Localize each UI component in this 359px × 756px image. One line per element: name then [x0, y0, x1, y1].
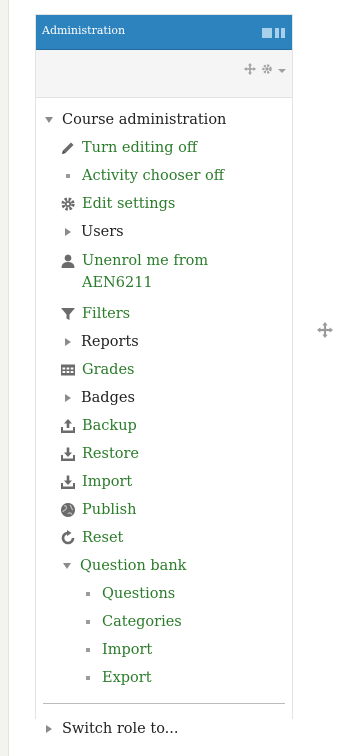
tree-item-question-bank[interactable]: Question bank	[60, 553, 186, 579]
collapsed-arrow-icon	[65, 338, 71, 346]
block-header: Administration	[36, 15, 292, 50]
collapsed-arrow-icon	[46, 725, 52, 733]
section-divider	[43, 703, 285, 704]
pencil-icon	[60, 140, 76, 156]
block-controls	[244, 63, 286, 78]
block-title: Administration	[42, 24, 126, 37]
bullet-icon	[86, 620, 90, 624]
bullet-icon	[86, 648, 90, 652]
download-icon	[60, 446, 76, 462]
gear-icon	[60, 196, 76, 212]
dock-square-icon	[262, 28, 272, 38]
admin-tree: Course administration Turn editing off A…	[36, 97, 292, 719]
move-icon[interactable]	[317, 322, 333, 342]
tree-item-turn-editing-off[interactable]: Turn editing off	[60, 135, 197, 161]
tree-item-activity-chooser-off[interactable]: Activity chooser off	[60, 163, 224, 189]
tree-item-questions[interactable]: Questions	[80, 581, 175, 607]
page-left-rail	[0, 0, 9, 756]
tree-item-course-administration[interactable]: Course administration	[42, 107, 226, 133]
tree-item-users[interactable]: Users	[60, 219, 124, 245]
tree-item-filters[interactable]: Filters	[60, 301, 130, 327]
reset-icon	[60, 530, 76, 546]
tree-item-unenrol-course[interactable]: AEN6211	[82, 270, 153, 296]
dock-panel-icon	[275, 28, 285, 38]
tree-item-publish[interactable]: Publish	[60, 497, 136, 523]
tree-item-import[interactable]: Import	[60, 469, 132, 495]
gear-icon[interactable]	[261, 63, 273, 78]
move-icon[interactable]	[244, 63, 256, 78]
bullet-icon	[66, 174, 70, 178]
collapsed-arrow-icon	[65, 394, 71, 402]
import-icon	[60, 474, 76, 490]
expanded-arrow-icon	[45, 117, 53, 123]
tree-item-switch-role[interactable]: Switch role to...	[41, 716, 179, 742]
tree-item-restore[interactable]: Restore	[60, 441, 139, 467]
grades-table-icon	[60, 362, 76, 378]
bullet-icon	[86, 592, 90, 596]
administration-block: Administration Course administration Tur…	[35, 14, 293, 719]
tree-item-reset[interactable]: Reset	[60, 525, 123, 551]
globe-icon	[60, 502, 76, 518]
collapsed-arrow-icon	[65, 228, 71, 236]
expanded-arrow-icon	[63, 563, 71, 569]
tree-item-grades[interactable]: Grades	[60, 357, 134, 383]
chevron-down-icon[interactable]	[278, 64, 286, 77]
bullet-icon	[86, 676, 90, 680]
dock-icon[interactable]	[262, 28, 285, 38]
upload-icon	[60, 418, 76, 434]
tree-item-backup[interactable]: Backup	[60, 413, 137, 439]
tree-item-qb-import[interactable]: Import	[80, 637, 152, 663]
tree-item-reports[interactable]: Reports	[60, 329, 139, 355]
tree-item-qb-export[interactable]: Export	[80, 665, 152, 691]
tree-item-badges[interactable]: Badges	[60, 385, 135, 411]
user-icon	[60, 253, 76, 269]
tree-item-edit-settings[interactable]: Edit settings	[60, 191, 175, 217]
filter-icon	[60, 306, 76, 322]
tree-item-categories[interactable]: Categories	[80, 609, 182, 635]
